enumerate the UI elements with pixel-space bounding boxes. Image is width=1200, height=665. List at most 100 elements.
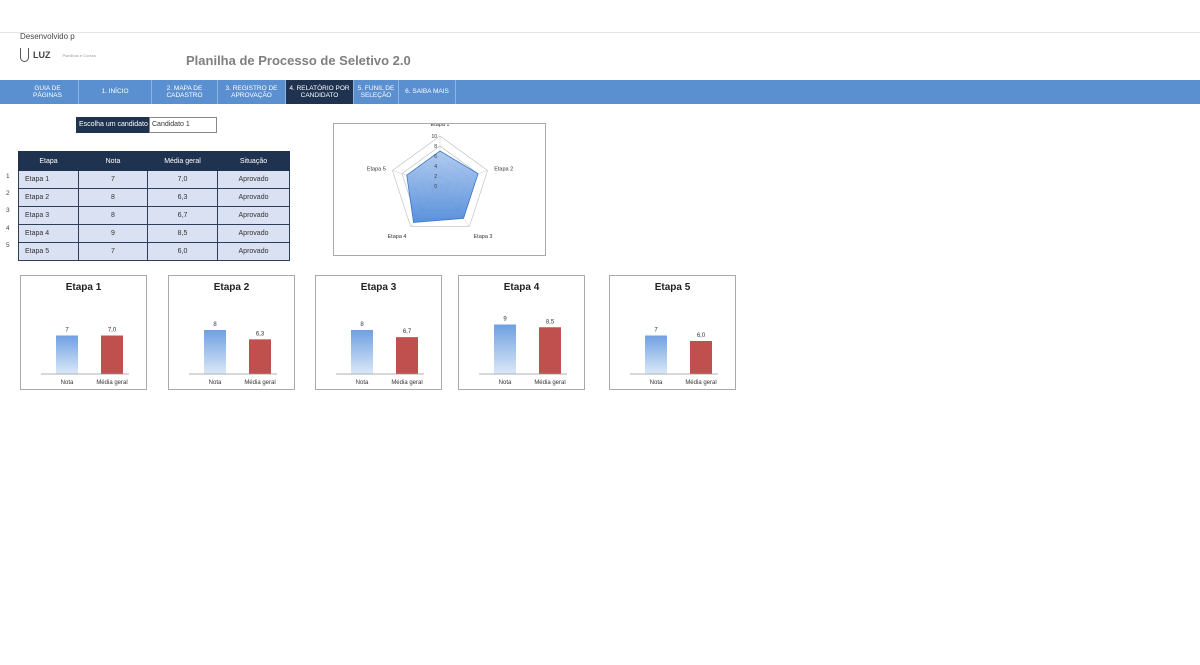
data-label: 8 (360, 322, 364, 328)
logo-tagline: Planilhas e Cursos (62, 52, 96, 58)
category-label: Média geral (685, 380, 716, 386)
cell-situacao[interactable]: Aprovado (217, 206, 290, 225)
radar-tick-label: 4 (434, 164, 437, 170)
data-label: 7 (65, 328, 69, 334)
bar-chart-svg: 7 Nota 7,0 Média geral (41, 328, 129, 386)
luz-logo: LUZ Planilhas e Cursos (20, 48, 96, 62)
data-label: 8 (213, 322, 217, 328)
category-label: Nota (650, 380, 663, 386)
data-label: 7 (654, 328, 658, 334)
category-label: Média geral (96, 380, 127, 386)
cell-media[interactable]: 6,3 (147, 188, 218, 207)
data-label: 8,5 (546, 319, 555, 325)
cell-nota[interactable]: 8 (78, 188, 148, 207)
bar-média-geral (396, 337, 418, 374)
radar-category-label: Etapa 4 (388, 234, 407, 240)
cell-nota[interactable]: 7 (78, 242, 148, 261)
cell-nota[interactable]: 8 (78, 206, 148, 225)
cell-media[interactable]: 8,5 (147, 224, 218, 243)
cell-media[interactable]: 7,0 (147, 170, 218, 189)
bar-média-geral (249, 339, 271, 374)
cell-etapa[interactable]: Etapa 5 (18, 242, 79, 261)
table-row: Etapa 4 9 8,5 Aprovado (18, 224, 290, 243)
row-number: 5 (6, 241, 10, 249)
data-label: 9 (503, 317, 507, 323)
bar-chart-etapa-5[interactable]: Etapa 5 7 Nota 6,0 Média geral (609, 275, 736, 390)
bar-nota (494, 324, 516, 374)
bar-chart-etapa-1[interactable]: Etapa 1 7 Nota 7,0 Média geral (20, 275, 147, 390)
nav-registro-de-aprovacao[interactable]: 3. REGISTRO DE APROVAÇÃO (218, 80, 286, 104)
cell-etapa[interactable]: Etapa 2 (18, 188, 79, 207)
cell-nota[interactable]: 7 (78, 170, 148, 189)
cell-media[interactable]: 6,7 (147, 206, 218, 225)
cell-situacao[interactable]: Aprovado (217, 224, 290, 243)
radar-chart[interactable]: 0 2 4 6 8 10 Etapa 1 Etapa 2 Etapa 3 Etapa 4 Etapa… (333, 123, 546, 256)
row-number: 4 (6, 224, 10, 232)
radar-tick-label: 2 (434, 174, 437, 180)
bar-nota (351, 330, 373, 374)
cell-media[interactable]: 6,0 (147, 242, 218, 261)
radar-category-label: Etapa 5 (367, 166, 386, 172)
nav-funil-de-selecao[interactable]: 5. FUNIL DE SELEÇÃO (354, 80, 399, 104)
data-label: 6,0 (697, 333, 706, 339)
radar-tick-label: 8 (434, 144, 437, 150)
top-border (0, 32, 1200, 33)
table-row: Etapa 1 7 7,0 Aprovado (18, 170, 290, 189)
table-row: Etapa 5 7 6,0 Aprovado (18, 242, 290, 261)
cell-nota[interactable]: 9 (78, 224, 148, 243)
bar-média-geral (539, 327, 561, 374)
radar-chart-svg: 0 2 4 6 8 10 Etapa 1 Etapa 2 Etapa 3 Etapa 4 Etapa… (367, 124, 513, 240)
bar-chart-svg: 8 Nota 6,3 Média geral (189, 322, 277, 386)
row-numbers: 1 2 3 4 5 (6, 168, 14, 254)
candidate-picker-input[interactable]: Candidato 1 (149, 117, 217, 133)
radar-tick-label: 10 (431, 134, 437, 140)
data-label: 7,0 (108, 328, 117, 334)
bar-chart-etapa-3[interactable]: Etapa 3 8 Nota 6,7 Média geral (315, 275, 442, 390)
category-label: Média geral (244, 380, 275, 386)
header-situacao: Situação (217, 151, 290, 171)
cell-situacao[interactable]: Aprovado (217, 170, 290, 189)
bar-média-geral (690, 341, 712, 374)
category-label: Nota (356, 380, 369, 386)
nav-inicio[interactable]: 1. INÍCIO (79, 80, 152, 104)
row-number: 3 (6, 207, 10, 215)
logo-bulb-icon (20, 48, 29, 62)
stage-results-table: Etapa Nota Média geral Situação Etapa 1 … (18, 151, 290, 261)
category-label: Nota (209, 380, 222, 386)
cell-etapa[interactable]: Etapa 1 (18, 170, 79, 189)
category-label: Média geral (391, 380, 422, 386)
bar-chart-etapa-4[interactable]: Etapa 4 9 Nota 8,5 Média geral (458, 275, 585, 390)
bar-média-geral (101, 335, 123, 374)
nav-guia-de-paginas[interactable]: GUIA DE PÁGINAS (17, 80, 79, 104)
cell-situacao[interactable]: Aprovado (217, 188, 290, 207)
table-row: Etapa 3 8 6,7 Aprovado (18, 206, 290, 225)
cell-situacao[interactable]: Aprovado (217, 242, 290, 261)
bar-chart-svg: 7 Nota 6,0 Média geral (630, 328, 718, 386)
nav-saiba-mais[interactable]: 6. SAIBA MAIS (399, 80, 456, 104)
logo-name: LUZ (33, 50, 51, 60)
header-etapa: Etapa (18, 151, 79, 171)
row-number: 1 (6, 173, 10, 180)
header-media-geral: Média geral (147, 151, 218, 171)
radar-category-label: Etapa 1 (431, 124, 450, 128)
cell-etapa[interactable]: Etapa 4 (18, 224, 79, 243)
radar-category-label: Etapa 3 (474, 234, 493, 240)
bar-nota (645, 335, 667, 374)
data-label: 6,7 (403, 329, 412, 335)
category-label: Média geral (534, 380, 565, 386)
navigation-bar: GUIA DE PÁGINAS 1. INÍCIO 2. MAPA DE CAD… (0, 80, 1200, 104)
category-label: Nota (61, 380, 74, 386)
nav-mapa-de-cadastro[interactable]: 2. MAPA DE CADASTRO (152, 80, 218, 104)
category-label: Nota (499, 380, 512, 386)
page-title: Planilha de Processo de Seletivo 2.0 (186, 53, 411, 68)
cell-etapa[interactable]: Etapa 3 (18, 206, 79, 225)
radar-series-area (406, 150, 479, 223)
bar-nota (204, 330, 226, 374)
developed-by-text: Desenvolvido p (20, 32, 75, 41)
nav-relatorio-por-candidato[interactable]: 4. RELATÓRIO POR CANDIDATO (286, 80, 354, 104)
data-label: 6,3 (256, 331, 265, 337)
radar-category-label: Etapa 2 (494, 166, 513, 172)
radar-tick-label: 6 (434, 154, 437, 160)
bar-nota (56, 335, 78, 374)
bar-chart-etapa-2[interactable]: Etapa 2 8 Nota 6,3 Média geral (168, 275, 295, 390)
